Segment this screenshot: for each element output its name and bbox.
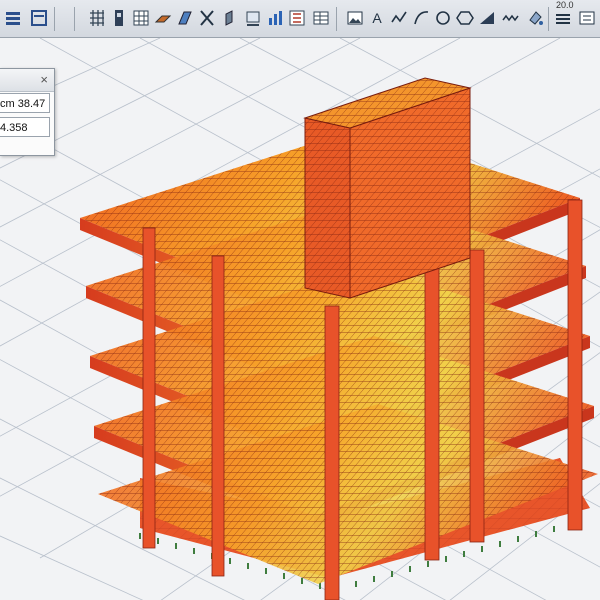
table-icon[interactable] [312,8,330,28]
properties-panel: × 38.47 cm 4.358 [0,68,55,156]
toolbar-separator [548,7,549,31]
toolbar-separator [54,7,55,31]
toolbar-separator [74,7,75,31]
slab-icon[interactable] [154,8,172,28]
node-icon[interactable] [220,8,238,28]
column-icon[interactable] [110,8,128,28]
wall-icon[interactable] [176,8,194,28]
panel-icon[interactable] [30,8,48,28]
fill-icon[interactable] [478,8,496,28]
support-icon[interactable] [244,8,262,28]
core-tower [303,77,472,299]
grid-icon[interactable] [88,8,106,28]
distance-value-field[interactable]: 38.47 cm [0,93,50,113]
picture-icon[interactable] [346,8,364,28]
color-fill-icon[interactable] [526,8,544,28]
load-icon[interactable] [266,8,284,28]
dimension-icon[interactable] [502,8,520,28]
menu-icon[interactable] [4,8,22,28]
section-icon[interactable] [288,8,306,28]
brace-icon[interactable] [198,8,216,28]
arc-icon[interactable] [412,8,430,28]
toolbar-separator [336,7,337,31]
options-icon[interactable] [578,8,596,28]
beam-grid-icon[interactable] [132,8,150,28]
hexagon-icon[interactable] [456,8,474,28]
close-icon[interactable]: × [40,72,48,87]
text-icon[interactable]: A [368,8,386,28]
layers-icon[interactable] [554,8,572,28]
numeric-value-field[interactable]: 4.358 [0,117,50,137]
3d-model-viewport[interactable] [0,38,600,600]
panel-titlebar: × [0,69,54,92]
circle-icon[interactable] [434,8,452,28]
main-toolbar: 20.0 A [0,0,600,38]
polyline-icon[interactable] [390,8,408,28]
